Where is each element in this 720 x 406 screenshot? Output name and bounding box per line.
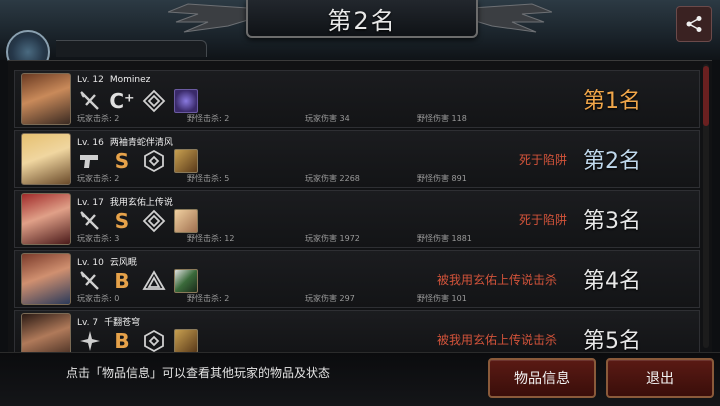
blade-weapon-icon bbox=[77, 208, 103, 234]
player-kills: 玩家击杀: 2 bbox=[77, 174, 120, 183]
player-row-4[interactable]: Lv. 10 云风眠 B 玩家击杀: 0 野怪击杀: 2 玩家伤害 297 野怪伤… bbox=[14, 250, 700, 308]
player-damage: 玩家伤害 2268 bbox=[305, 174, 360, 183]
sub-tab bbox=[56, 40, 207, 57]
left-wing-ornament bbox=[168, 3, 248, 33]
triangle-armor-icon bbox=[141, 268, 167, 294]
equipment-icons: B bbox=[77, 268, 199, 294]
equipment-icons: S bbox=[77, 208, 199, 234]
player-row-3[interactable]: Lv. 17 我用玄佑上传说 S 玩家击杀: 3 野怪击杀: 12 玩家伤害 19… bbox=[14, 190, 700, 248]
equipment-icons: B bbox=[77, 328, 199, 353]
rank-label: 第3名 bbox=[583, 209, 641, 234]
hint-text: 点击「物品信息」可以查看其他玩家的物品及状态 bbox=[66, 366, 331, 380]
grade-badge: C⁺ bbox=[109, 89, 135, 113]
hexagon-armor-icon bbox=[141, 148, 167, 174]
right-wing-ornament bbox=[472, 3, 552, 33]
grade-badge: S bbox=[114, 209, 130, 233]
death-cause: 死于陷阱 bbox=[519, 213, 568, 227]
blade-weapon-icon bbox=[77, 268, 103, 294]
player-row-2[interactable]: Lv. 16 两袖青蛇伴清风 S 玩家击杀: 2 野怪击杀: 5 玩家伤害 226… bbox=[14, 130, 700, 188]
exit-button[interactable]: 退出 bbox=[606, 358, 714, 398]
diamond-armor-icon bbox=[141, 208, 167, 234]
equipment-icons: S bbox=[77, 148, 199, 174]
player-level-name: Lv. 17 我用玄佑上传说 bbox=[77, 198, 173, 208]
monster-damage: 野怪伤害 118 bbox=[417, 114, 467, 123]
share-button[interactable] bbox=[676, 6, 712, 42]
rank-label: 第5名 bbox=[583, 329, 641, 354]
grade-badge: S bbox=[114, 149, 130, 173]
player-row-5[interactable]: Lv. 7 千翻苍穹 B 被我用玄佑上传说击杀 第5名 bbox=[14, 310, 700, 354]
share-icon bbox=[686, 16, 702, 32]
pistol-weapon-icon bbox=[77, 148, 103, 174]
death-cause: 被我用玄佑上传说击杀 bbox=[437, 273, 558, 287]
monster-damage: 野怪伤害 891 bbox=[417, 174, 467, 183]
monster-kills: 野怪击杀: 12 bbox=[187, 234, 235, 243]
item-info-button[interactable]: 物品信息 bbox=[488, 358, 596, 398]
player-portrait bbox=[21, 193, 71, 245]
player-row-1[interactable]: Lv. 12 Mominez C⁺ 玩家击杀: 2 野怪击杀: 2 玩家伤害 34… bbox=[14, 70, 700, 128]
player-portrait bbox=[21, 133, 71, 185]
player-portrait bbox=[21, 253, 71, 305]
monster-damage: 野怪伤害 1881 bbox=[417, 234, 472, 243]
rank-label: 第2名 bbox=[583, 149, 641, 174]
page-title: 第2名 bbox=[327, 6, 397, 35]
player-level-name: Lv. 16 两袖青蛇伴清风 bbox=[77, 138, 173, 148]
grade-badge: B bbox=[114, 329, 130, 353]
scroll-thumb[interactable] bbox=[703, 66, 709, 126]
player-level-name: Lv. 10 云风眠 bbox=[77, 258, 137, 268]
equipment-icons: C⁺ bbox=[77, 88, 199, 114]
hexagon-armor-icon bbox=[141, 328, 167, 353]
item-icon bbox=[173, 268, 199, 294]
item-icon bbox=[173, 88, 199, 114]
player-kills: 玩家击杀: 0 bbox=[77, 294, 120, 303]
player-kills: 玩家击杀: 3 bbox=[77, 234, 120, 243]
item-icon bbox=[173, 208, 199, 234]
player-kills: 玩家击杀: 2 bbox=[77, 114, 120, 123]
rank-label: 第4名 bbox=[583, 269, 641, 294]
shuriken-weapon-icon bbox=[77, 328, 103, 353]
rank-label: 第1名 bbox=[583, 89, 641, 114]
grade-badge: B bbox=[114, 269, 130, 293]
monster-damage: 野怪伤害 101 bbox=[417, 294, 467, 303]
player-level-name: Lv. 7 千翻苍穹 bbox=[77, 318, 141, 328]
death-cause: 死于陷阱 bbox=[519, 153, 568, 167]
item-icon bbox=[173, 148, 199, 174]
header-banner: 第2名 bbox=[246, 0, 478, 38]
player-damage: 玩家伤害 34 bbox=[305, 114, 350, 123]
player-damage: 玩家伤害 1972 bbox=[305, 234, 360, 243]
list-scrollbar[interactable] bbox=[703, 64, 709, 348]
diamond-armor-icon bbox=[141, 88, 167, 114]
monster-kills: 野怪击杀: 5 bbox=[187, 174, 230, 183]
blade-weapon-icon bbox=[77, 88, 103, 114]
player-portrait bbox=[21, 313, 71, 353]
death-cause: 被我用玄佑上传说击杀 bbox=[437, 333, 558, 347]
monster-kills: 野怪击杀: 2 bbox=[187, 294, 230, 303]
player-damage: 玩家伤害 297 bbox=[305, 294, 355, 303]
item-icon bbox=[173, 328, 199, 353]
monster-kills: 野怪击杀: 2 bbox=[187, 114, 230, 123]
player-portrait bbox=[21, 73, 71, 125]
player-level-name: Lv. 12 Mominez bbox=[77, 75, 151, 85]
